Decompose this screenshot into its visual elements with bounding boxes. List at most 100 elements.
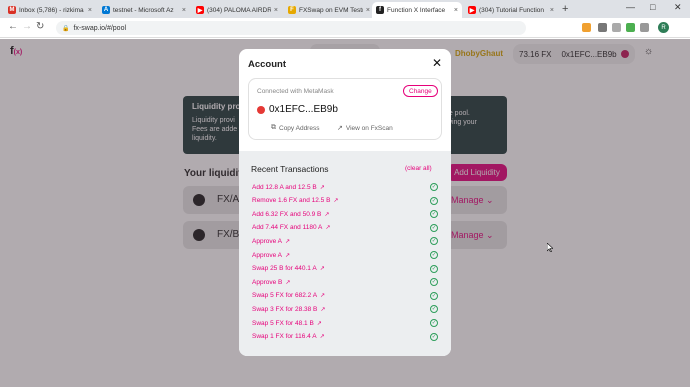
transaction-label: Swap 5 FX for 682.2 A <box>252 292 318 300</box>
close-icon[interactable]: × <box>182 7 186 14</box>
browser-tab[interactable]: ▶ (304) PALOMA AIRDR × <box>192 2 282 18</box>
transaction-label: Add 6.32 FX and 50.9 B <box>252 210 322 218</box>
reload-icon[interactable]: ↻ <box>36 21 44 32</box>
maximize-icon[interactable]: □ <box>650 2 655 12</box>
external-link-icon: ↗ <box>285 279 291 286</box>
transaction-link[interactable]: Approve A ↗ <box>252 236 290 246</box>
youtube-icon: ▶ <box>196 6 204 14</box>
url-text: fx-swap.io/#/pool <box>73 24 127 32</box>
extension-icon[interactable] <box>598 23 607 32</box>
success-check-icon: ✓ <box>430 264 438 273</box>
transaction-label: Approve B <box>252 278 283 286</box>
transaction-link[interactable]: Swap 1 FX for 116.4 A ↗ <box>252 332 325 342</box>
transaction-label: Add 12.8 A and 12.5 B <box>252 183 317 191</box>
transaction-label: Swap 25 B for 440.1 A <box>252 265 317 273</box>
success-check-icon: ✓ <box>430 291 438 300</box>
transaction-label: Swap 1 FX for 116.4 A <box>252 333 317 341</box>
new-tab-icon[interactable]: + <box>562 3 568 15</box>
external-link-icon: ↗ <box>320 306 326 313</box>
transaction-link[interactable]: Add 6.32 FX and 50.9 B ↗ <box>252 209 329 219</box>
close-icon[interactable]: ✕ <box>432 56 442 70</box>
transaction-link[interactable]: Swap 25 B for 440.1 A ↗ <box>252 264 325 274</box>
external-link-icon: ↗ <box>319 266 325 273</box>
browser-tab-active[interactable]: f Function X Interface × <box>372 2 462 18</box>
recent-transactions-title: Recent Transactions <box>251 164 329 174</box>
external-link-icon: ↗ <box>325 225 331 232</box>
transaction-label: Approve A <box>252 251 282 259</box>
view-on-fxscan-label: View on FxScan <box>345 124 393 132</box>
transaction-label: Swap 3 FX for 28.38 B <box>252 305 318 313</box>
recent-transactions-panel: Recent Transactions (clear all) Add 12.8… <box>239 151 451 356</box>
account-card: Connected with MetaMask Change 0x1EFC...… <box>248 78 442 140</box>
success-check-icon: ✓ <box>430 183 438 191</box>
close-icon[interactable]: × <box>550 7 554 14</box>
success-check-icon: ✓ <box>430 332 438 341</box>
forward-icon[interactable]: → <box>22 21 32 32</box>
account-modal: Account ✕ Connected with MetaMask Change… <box>239 49 451 356</box>
copy-address-label: Copy Address <box>279 124 320 132</box>
browser-toolbar: ← → ↻ 🔒 fx-swap.io/#/pool R <box>0 18 690 38</box>
browser-tabstrip: M Inbox (5,786) - rizkima × A testnet - … <box>0 0 690 18</box>
transaction-link[interactable]: Approve A ↗ <box>252 250 290 260</box>
success-check-icon: ✓ <box>430 305 438 314</box>
extension-icon[interactable] <box>612 23 621 32</box>
external-link-icon: ↗ <box>319 184 325 191</box>
success-check-icon: ✓ <box>430 210 438 219</box>
close-icon[interactable]: × <box>88 7 92 14</box>
gmail-icon: M <box>8 6 16 14</box>
external-link-icon: ↗ <box>319 334 325 341</box>
transaction-link[interactable]: Add 12.8 A and 12.5 B ↗ <box>252 182 325 192</box>
close-icon[interactable]: × <box>274 7 278 14</box>
puzzle-icon[interactable] <box>640 23 649 32</box>
transaction-link[interactable]: Add 7.44 FX and 1180 A ↗ <box>252 223 330 233</box>
transaction-link[interactable]: Remove 1.6 FX and 12.5 B ↗ <box>252 196 338 206</box>
tab-title: testnet - Microsoft Az <box>113 6 174 14</box>
address-bar[interactable]: 🔒 fx-swap.io/#/pool <box>56 21 526 35</box>
view-on-fxscan-link[interactable]: ↗ View on FxScan <box>337 124 393 133</box>
browser-tab[interactable]: ▶ (304) Tutorial Function × <box>464 2 558 18</box>
transaction-link[interactable]: Approve B ↗ <box>252 277 290 287</box>
tab-title: Inbox (5,786) - rizkima <box>19 6 84 14</box>
fxswap-icon: F <box>288 6 296 14</box>
modal-title: Account <box>248 59 286 70</box>
account-avatar <box>257 106 265 114</box>
success-check-icon: ✓ <box>430 278 438 287</box>
external-link-icon: ↗ <box>324 211 330 218</box>
external-link-icon: ↗ <box>333 198 339 205</box>
success-check-icon: ✓ <box>430 196 438 205</box>
close-icon[interactable]: × <box>454 7 458 14</box>
transaction-link[interactable]: Swap 5 FX for 682.2 A ↗ <box>252 291 325 301</box>
extension-icon[interactable] <box>626 23 635 32</box>
transaction-label: Swap 5 FX for 48.1 B <box>252 319 314 327</box>
back-icon[interactable]: ← <box>8 21 18 32</box>
copy-address-link[interactable]: ⧉ Copy Address <box>271 124 319 132</box>
copy-icon: ⧉ <box>271 124 276 131</box>
tab-title: FXSwap on EVM Testn <box>299 6 363 14</box>
external-link-icon: ↗ <box>320 293 326 300</box>
tab-title: (304) Tutorial Function <box>479 6 545 14</box>
metamask-extension-icon[interactable] <box>582 23 591 32</box>
browser-tab[interactable]: M Inbox (5,786) - rizkima × <box>4 2 96 18</box>
external-link-icon: ↗ <box>337 125 343 132</box>
mouse-cursor-icon <box>547 243 553 252</box>
browser-tab[interactable]: A testnet - Microsoft Az × <box>98 2 190 18</box>
success-check-icon: ✓ <box>430 223 438 232</box>
close-window-icon[interactable]: ✕ <box>674 2 682 13</box>
tab-title: Function X Interface <box>387 6 446 14</box>
success-check-icon: ✓ <box>430 319 438 327</box>
clear-all-button[interactable]: (clear all) <box>405 165 432 172</box>
connected-with-label: Connected with MetaMask <box>257 88 334 95</box>
transaction-link[interactable]: Swap 3 FX for 28.38 B ↗ <box>252 304 325 314</box>
browser-tab[interactable]: F FXSwap on EVM Testn × <box>284 2 374 18</box>
close-icon[interactable]: × <box>366 7 370 14</box>
lock-icon: 🔒 <box>62 25 70 32</box>
external-link-icon: ↗ <box>285 238 291 245</box>
success-check-icon: ✓ <box>430 237 438 246</box>
azure-icon: A <box>102 6 110 14</box>
profile-avatar[interactable]: R <box>658 22 669 33</box>
transaction-label: Approve A <box>252 237 282 245</box>
success-check-icon: ✓ <box>430 251 438 259</box>
change-wallet-button[interactable]: Change <box>403 85 438 97</box>
transaction-link[interactable]: Swap 5 FX for 48.1 B ↗ <box>252 318 322 328</box>
minimize-icon[interactable]: — <box>626 2 635 12</box>
